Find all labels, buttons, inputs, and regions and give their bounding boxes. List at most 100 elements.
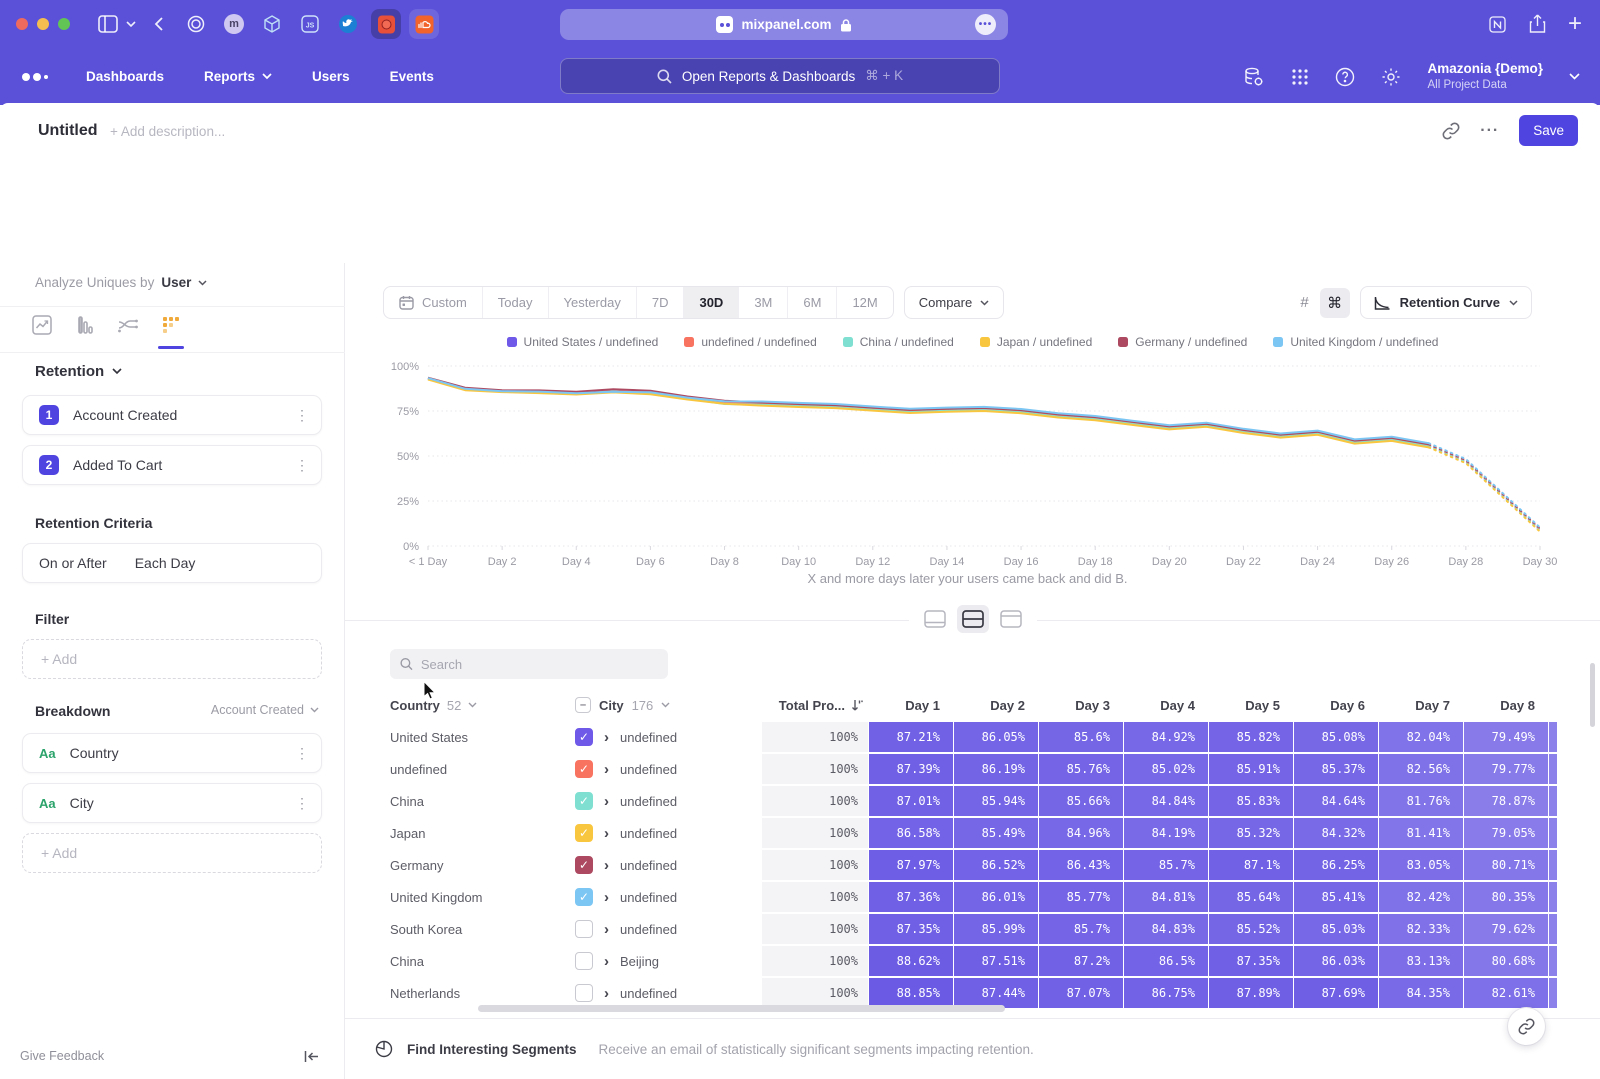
nav-reports[interactable]: Reports <box>204 69 272 84</box>
expand-row-icon[interactable]: › <box>604 794 609 809</box>
retention-cell[interactable]: 86.52% <box>954 850 1038 880</box>
retention-cell[interactable]: 87.35% <box>1209 946 1293 976</box>
global-search-button[interactable]: Open Reports & Dashboards ⌘ + K <box>560 58 1000 94</box>
split-view-button[interactable] <box>957 605 989 633</box>
retention-cell[interactable]: 86.03% <box>1294 946 1378 976</box>
retention-cell[interactable]: 87.01% <box>869 786 953 816</box>
range-12m[interactable]: 12M <box>837 287 892 318</box>
legend-item[interactable]: Germany / undefined <box>1118 335 1247 349</box>
retention-cell[interactable]: 85.32% <box>1209 818 1293 848</box>
retention-cell[interactable]: 82.04% <box>1379 722 1463 752</box>
back-button[interactable] <box>154 17 163 31</box>
retention-cell[interactable]: 84.96% <box>1039 818 1123 848</box>
retention-cell[interactable]: 80.35% <box>1464 882 1548 912</box>
tab-target-icon[interactable] <box>181 9 211 39</box>
retention-cell[interactable]: 86.19% <box>954 754 1038 784</box>
retention-cell[interactable]: 85.7% <box>1039 914 1123 944</box>
retention-cell[interactable]: 80.68% <box>1464 946 1548 976</box>
retention-cell[interactable]: 81.41% <box>1379 818 1463 848</box>
row-checkbox[interactable]: ✓ <box>575 888 593 906</box>
retention-cell[interactable]: 85.83% <box>1209 786 1293 816</box>
column-day-6[interactable]: Day 6 <box>1294 698 1378 713</box>
retention-cell[interactable]: 79.77% <box>1464 754 1548 784</box>
more-options-button[interactable]: ··· <box>1480 122 1499 140</box>
retention-cell[interactable]: 85.7% <box>1124 850 1208 880</box>
chart-only-view-button[interactable] <box>919 605 951 633</box>
retention-cell[interactable]: 84.83% <box>1124 914 1208 944</box>
breakdown-options-icon[interactable]: ⋮ <box>295 750 309 756</box>
vertical-scrollbar[interactable] <box>1590 663 1595 727</box>
retention-cell[interactable]: 85.41% <box>1294 882 1378 912</box>
cell-country[interactable]: Netherlands <box>390 986 575 1001</box>
expand-row-icon[interactable]: › <box>604 730 609 745</box>
share-link-floating-button[interactable] <box>1508 1008 1545 1045</box>
criteria-on-or-after[interactable]: On or After <box>39 555 107 571</box>
retention-cell[interactable]: 86.25% <box>1294 850 1378 880</box>
legend-item[interactable]: undefined / undefined <box>684 335 816 349</box>
retention-cell[interactable]: 86.01% <box>954 882 1038 912</box>
hash-toggle-button[interactable]: # <box>1290 288 1320 318</box>
give-feedback-link[interactable]: Give Feedback <box>20 1049 104 1063</box>
sidebar-toggle-icon[interactable] <box>98 15 118 33</box>
save-button[interactable]: Save <box>1519 115 1578 146</box>
expand-row-icon[interactable]: › <box>604 890 609 905</box>
range-custom[interactable]: Custom <box>384 287 483 318</box>
step-options-icon[interactable]: ⋮ <box>295 412 309 418</box>
cell-country[interactable]: South Korea <box>390 922 575 937</box>
report-title[interactable]: Untitled <box>38 122 98 140</box>
extensions-button[interactable]: ••• <box>975 14 996 35</box>
retention-cell[interactable]: 80.71% <box>1464 850 1548 880</box>
retention-step-card[interactable]: 2Added To Cart⋮ <box>22 445 322 485</box>
cell-country[interactable]: Japan <box>390 826 575 841</box>
range-7d[interactable]: 7D <box>637 287 685 318</box>
column-day-2[interactable]: Day 2 <box>954 698 1038 713</box>
column-day-8[interactable]: Day 8 <box>1464 698 1548 713</box>
tab-insights-icon[interactable] <box>30 315 54 345</box>
row-checkbox[interactable]: ✓ <box>575 728 593 746</box>
retention-cell[interactable]: 87.2% <box>1039 946 1123 976</box>
add-breakdown-button[interactable]: + Add <box>22 833 322 873</box>
retention-cell[interactable]: 81.76% <box>1379 786 1463 816</box>
expand-row-icon[interactable]: › <box>604 858 609 873</box>
find-segments-title[interactable]: Find Interesting Segments <box>407 1042 577 1057</box>
retention-cell[interactable]: 84.32% <box>1294 818 1378 848</box>
tab-cube-icon[interactable] <box>257 9 287 39</box>
row-checkbox[interactable] <box>575 920 593 938</box>
retention-cell[interactable]: 85.77% <box>1039 882 1123 912</box>
range-3m[interactable]: 3M <box>739 287 788 318</box>
select-all-checkbox[interactable]: – <box>575 697 591 713</box>
nav-events[interactable]: Events <box>390 69 434 84</box>
tab-retention-icon[interactable] <box>159 315 183 345</box>
expand-row-icon[interactable]: › <box>604 922 609 937</box>
retention-cell[interactable]: 82.56% <box>1379 754 1463 784</box>
expand-row-icon[interactable]: › <box>604 762 609 777</box>
retention-cell[interactable]: 85.37% <box>1294 754 1378 784</box>
retention-cell[interactable]: 85.94% <box>954 786 1038 816</box>
horizontal-scrollbar[interactable] <box>478 1005 1005 1012</box>
retention-cell[interactable]: 82.61% <box>1464 978 1548 1008</box>
column-total-sorted[interactable]: Total Pro... <box>762 698 868 713</box>
legend-item[interactable]: China / undefined <box>843 335 954 349</box>
data-management-icon[interactable] <box>1243 66 1265 88</box>
retention-line[interactable] <box>428 380 1429 448</box>
help-icon[interactable] <box>1335 67 1355 87</box>
retention-cell[interactable]: 86.58% <box>869 818 953 848</box>
add-filter-button[interactable]: + Add <box>22 639 322 679</box>
tab-active-app-icon[interactable] <box>371 9 401 39</box>
retention-cell[interactable]: 83.13% <box>1379 946 1463 976</box>
retention-cell[interactable]: 85.02% <box>1124 754 1208 784</box>
chevron-down-icon[interactable] <box>126 21 136 28</box>
cell-country[interactable]: China <box>390 794 575 809</box>
retention-cell[interactable]: 82.42% <box>1379 882 1463 912</box>
retention-cell[interactable]: 85.6% <box>1039 722 1123 752</box>
chart-type-selector[interactable]: Retention Curve <box>1360 286 1532 319</box>
nav-dashboards[interactable]: Dashboards <box>86 69 164 84</box>
breakdown-property-label[interactable]: City <box>70 795 295 811</box>
retention-cell[interactable]: 86.75% <box>1124 978 1208 1008</box>
range-yesterday[interactable]: Yesterday <box>549 287 637 318</box>
row-checkbox[interactable] <box>575 952 593 970</box>
share-icon[interactable] <box>1529 14 1546 34</box>
retention-cell[interactable]: 87.35% <box>869 914 953 944</box>
retention-cell[interactable]: 79.62% <box>1464 914 1548 944</box>
retention-cell[interactable]: 86.43% <box>1039 850 1123 880</box>
